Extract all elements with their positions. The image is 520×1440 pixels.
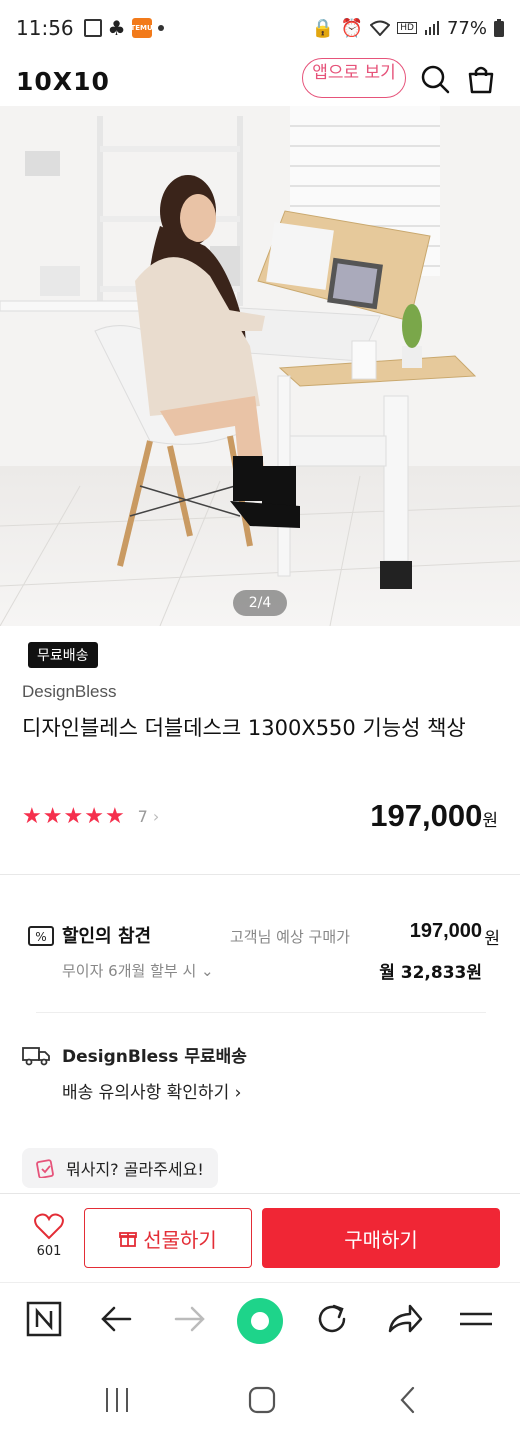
product-photo — [0, 106, 520, 626]
more-notifications-icon — [157, 25, 164, 31]
section-divider — [0, 874, 520, 875]
delivery-notice-link[interactable]: 배송 유의사항 확인하기 › — [62, 1078, 241, 1103]
status-bar: 11:56 ♣ TEMU 🔒 ⏰ HD 77% — [0, 0, 520, 56]
chevron-right-icon: › — [234, 1083, 242, 1103]
cards-icon — [36, 1159, 54, 1178]
notification-icons: ♣ TEMU — [83, 16, 164, 40]
wifi-icon — [370, 20, 391, 36]
system-status: 🔒 ⏰ HD 77% — [311, 18, 504, 39]
delivery-notice-label: 배송 유의사항 확인하기 — [62, 1083, 230, 1103]
price-unit: 원 — [482, 811, 498, 830]
back-arrow-icon[interactable] — [100, 1301, 134, 1337]
svg-text:%: % — [35, 930, 46, 944]
star-icon: ★ — [22, 804, 42, 829]
star-icon: ★ — [104, 804, 125, 829]
club-icon: ♣ — [107, 16, 126, 40]
free-shipping-badge: 무료배송 — [28, 642, 98, 668]
forward-arrow-icon[interactable] — [172, 1301, 206, 1337]
star-icon: ★ — [63, 804, 84, 829]
image-pager: 2/4 — [233, 590, 287, 616]
menu-icon[interactable] — [458, 1301, 494, 1337]
battery-percent: 77% — [446, 17, 487, 39]
status-time: 11:56 — [16, 16, 74, 40]
rating[interactable]: ★ ★ ★ ★ ★ 7 › — [22, 804, 159, 829]
wishlist-count: 601 — [36, 1244, 62, 1259]
browser-toolbar — [0, 1282, 520, 1364]
expected-price-unit: 원 — [484, 929, 500, 949]
alarm-icon: ⏰ — [340, 17, 364, 39]
expected-price: 197,000 — [409, 920, 482, 942]
back-icon[interactable] — [398, 1386, 418, 1414]
recent-apps-icon[interactable] — [104, 1386, 130, 1414]
heart-icon — [34, 1213, 64, 1240]
buy-button[interactable]: 구매하기 — [262, 1208, 500, 1268]
installment-label: 무이자 6개월 할부 시 — [62, 962, 197, 980]
home-icon[interactable] — [248, 1386, 276, 1414]
naver-home-icon[interactable] — [26, 1301, 62, 1337]
review-count[interactable]: 7 — [138, 807, 148, 826]
system-navigation-bar — [0, 1364, 520, 1440]
chevron-down-icon: ⌄ — [201, 962, 214, 980]
recommend-chip-label: 뭐사지? 골라주세요! — [66, 1160, 204, 1179]
search-icon[interactable] — [420, 64, 450, 94]
share-icon[interactable] — [386, 1301, 424, 1337]
brand-name[interactable]: DesignBless — [22, 682, 117, 702]
lock-icon: 🔒 — [311, 17, 334, 39]
temu-icon: TEMU — [130, 18, 153, 38]
star-icon: ★ — [42, 804, 63, 829]
purchase-bar: 601 선물하기 구매하기 — [0, 1193, 520, 1281]
discount-percent-icon: % — [28, 926, 54, 946]
product-title: 디자인블레스 더블데스크 1300X550 기능성 책상 — [22, 716, 466, 740]
open-in-app-button[interactable]: 앱으로 보기 — [302, 58, 406, 98]
price-value: 197,000 — [370, 798, 483, 833]
gift-button-label: 선물하기 — [143, 1227, 217, 1252]
refresh-icon[interactable] — [314, 1301, 350, 1337]
star-icon: ★ — [84, 804, 104, 829]
battery-icon — [494, 19, 504, 37]
discount-title: 할인의 참견 — [62, 926, 152, 947]
monthly-price: 월 32,833원 — [379, 963, 482, 983]
gift-icon — [119, 1232, 138, 1247]
signal-icon — [424, 21, 439, 35]
product-price: 197,000원 — [370, 798, 498, 834]
chevron-right-icon: › — [152, 807, 160, 826]
hd-voice-icon: HD — [397, 22, 417, 34]
delivery-truck-icon — [22, 1047, 50, 1066]
delivery-title: DesignBless 무료배송 — [62, 1047, 247, 1067]
recommend-chip[interactable]: 뭐사지? 골라주세요! — [22, 1148, 218, 1188]
section-divider — [36, 1012, 486, 1013]
green-dot-icon[interactable] — [236, 1297, 284, 1345]
shopping-bag-icon[interactable] — [466, 64, 496, 94]
site-logo[interactable]: 10X10 — [16, 67, 110, 96]
installment-dropdown[interactable]: 무이자 6개월 할부 시 ⌄ — [62, 960, 214, 981]
app-header: 10X10 앱으로 보기 — [0, 56, 520, 106]
gallery-icon — [83, 19, 102, 37]
product-image[interactable] — [0, 106, 520, 626]
expected-price-label: 고객님 예상 구매가 — [230, 928, 350, 946]
buy-button-label: 구매하기 — [344, 1227, 418, 1252]
wishlist-button[interactable]: 601 — [24, 1212, 74, 1259]
gift-button[interactable]: 선물하기 — [84, 1208, 252, 1268]
